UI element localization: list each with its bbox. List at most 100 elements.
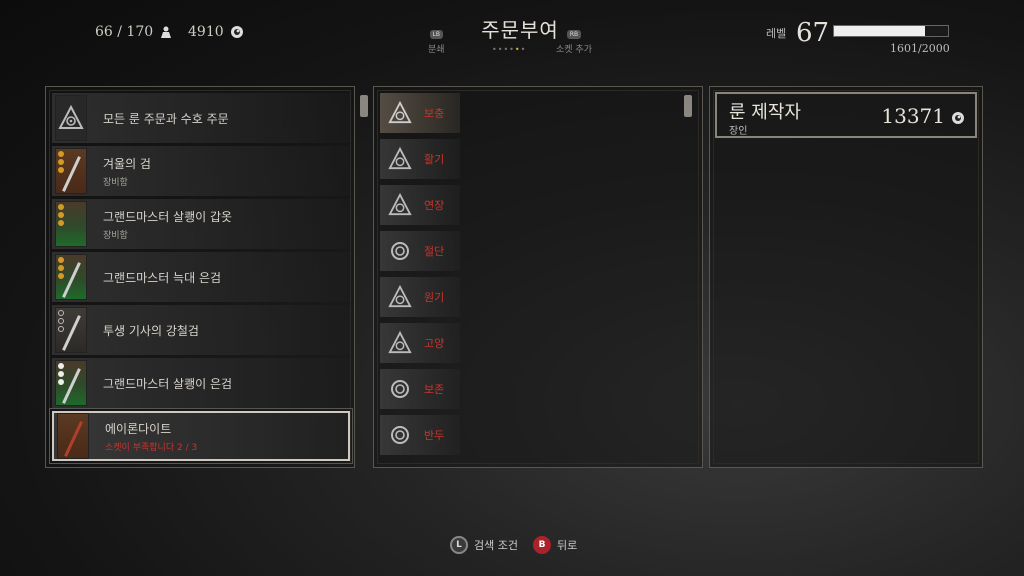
spiral-icon	[380, 415, 420, 455]
tab-next-label: 소켓 추가	[556, 45, 592, 55]
list-item-selected[interactable]: 에이론다이트 소켓이 부족합니다 2 / 3	[49, 408, 353, 464]
triangle-spiral-icon	[380, 323, 420, 363]
merchant-card: 룬 제작자 장인 13371	[715, 92, 977, 138]
pip-gold	[58, 167, 64, 173]
crowns-value: 4910	[188, 24, 224, 40]
list-item-sub: 장비함	[103, 230, 128, 241]
enchant-item[interactable]: 절단	[380, 231, 460, 271]
weight-stat: 66 / 170	[95, 24, 173, 40]
enchant-name: 반두	[424, 429, 445, 442]
pip-gold	[58, 151, 64, 157]
enchant-name: 절단	[424, 245, 445, 258]
lb-button-icon: LB	[429, 30, 444, 39]
pip-gold	[58, 204, 64, 210]
socket-warning: 소켓이 부족합니다 2 / 3	[105, 442, 198, 453]
crown-coin-icon	[951, 110, 965, 129]
sword-image	[62, 262, 81, 298]
enchant-item[interactable]: 반두	[380, 415, 460, 455]
enchant-item[interactable]: 원기	[380, 277, 460, 317]
merchant-panel: 룬 제작자 장인 13371	[709, 86, 983, 468]
enchant-item-active[interactable]: 보충	[380, 93, 460, 133]
triangle-spiral-icon	[380, 185, 420, 225]
rb-button-icon: RB	[566, 30, 582, 39]
pip-gold	[58, 220, 64, 226]
filter-label: 검색 조건	[474, 539, 518, 552]
page-indicator: ••••••	[492, 45, 526, 54]
pip-gold	[58, 265, 64, 271]
pip-empty	[58, 326, 64, 332]
socket-pips	[58, 310, 64, 332]
pip-filled	[58, 371, 64, 377]
pip-empty	[58, 310, 64, 316]
enchant-item[interactable]: 보존	[380, 369, 460, 409]
enchant-name: 원기	[424, 291, 445, 304]
level-value: 67	[796, 18, 830, 48]
triangle-spiral-icon	[380, 93, 420, 133]
list-item-name: 겨울의 검	[103, 156, 151, 171]
xp-text: 1601/2000	[890, 42, 950, 55]
page-dot: •	[520, 45, 527, 54]
level-label: 레벨	[766, 27, 787, 40]
list-item[interactable]: 그랜드마스터 살쾡이 은검	[52, 358, 350, 408]
merchant-title: 장인	[729, 126, 748, 137]
merchant-name: 룬 제작자	[729, 102, 801, 123]
xp-bar	[833, 25, 949, 37]
item-list-panel: 모든 룬 주문과 수호 주문 겨울의 검 장비함 그랜드마스터 살쾡이 갑옷 장…	[45, 86, 368, 468]
list-item-name: 에이론다이트	[105, 421, 172, 436]
socket-pips	[58, 151, 64, 173]
list-item-name: 투생 기사의 강철검	[103, 323, 199, 338]
pip-filled	[58, 379, 64, 385]
xp-bar-fill	[834, 26, 926, 36]
list-item-name: 그랜드마스터 늑대 은검	[103, 270, 222, 285]
list-item-name: 그랜드마스터 살쾡이 은검	[103, 376, 233, 391]
tab-prev-label: 분쇄	[428, 45, 445, 55]
triangle-spiral-icon	[380, 277, 420, 317]
list-item[interactable]: 그랜드마스터 늑대 은검	[52, 252, 350, 302]
sword-image	[62, 315, 81, 351]
socket-pips	[58, 363, 64, 385]
sword-image	[62, 368, 81, 404]
enchant-item[interactable]: 고양	[380, 323, 460, 363]
b-button-icon: B	[533, 536, 551, 554]
sword-thumbnail	[55, 307, 87, 353]
crown-coin-icon	[230, 25, 244, 39]
weight-value: 66 / 170	[95, 24, 154, 40]
tab-next-add-socket[interactable]: RB 소켓 추가	[556, 30, 592, 55]
enchant-name: 활기	[424, 153, 445, 166]
list-item[interactable]: 투생 기사의 강철검	[52, 305, 350, 355]
socket-pips	[58, 257, 64, 279]
weight-icon	[159, 25, 173, 39]
list-item-all-runes[interactable]: 모든 룬 주문과 수호 주문	[52, 93, 350, 143]
list-item[interactable]: 그랜드마스터 살쾡이 갑옷 장비함	[52, 199, 350, 249]
list-item[interactable]: 겨울의 검 장비함	[52, 146, 350, 196]
enchant-item[interactable]: 연장	[380, 185, 460, 225]
triangle-spiral-icon	[55, 95, 87, 141]
crowns-stat: 4910	[188, 24, 244, 40]
enchant-list-scrollbar[interactable]	[684, 95, 692, 117]
enchant-name: 연장	[424, 199, 445, 212]
list-item-sub: 장비함	[103, 177, 128, 188]
socket-pips	[58, 204, 64, 226]
enchant-list-panel: 보충 활기 연장 절단 원기 고양 보존 반두	[373, 86, 703, 468]
back-control[interactable]: B 뒤로	[533, 536, 577, 554]
sword-thumbnail	[57, 413, 89, 459]
enchant-name: 보존	[424, 383, 445, 396]
sword-thumbnail	[55, 148, 87, 194]
list-item-name: 모든 룬 주문과 수호 주문	[103, 111, 229, 126]
pip-gold	[58, 159, 64, 165]
triangle-spiral-icon	[380, 139, 420, 179]
merchant-gold: 13371	[881, 104, 945, 128]
back-label: 뒤로	[557, 539, 578, 552]
spiral-icon	[380, 231, 420, 271]
armor-thumbnail	[55, 201, 87, 247]
sword-image	[62, 156, 81, 192]
enchant-name: 고양	[424, 337, 445, 350]
filter-control[interactable]: L 검색 조건	[450, 536, 518, 554]
enchant-item[interactable]: 활기	[380, 139, 460, 179]
tab-prev-disassemble[interactable]: LB 분쇄	[428, 30, 445, 55]
pip-gold	[58, 257, 64, 263]
item-list-scrollbar[interactable]	[360, 95, 368, 117]
l-stick-button-icon: L	[450, 536, 468, 554]
sword-thumbnail	[55, 360, 87, 406]
pip-empty	[58, 318, 64, 324]
